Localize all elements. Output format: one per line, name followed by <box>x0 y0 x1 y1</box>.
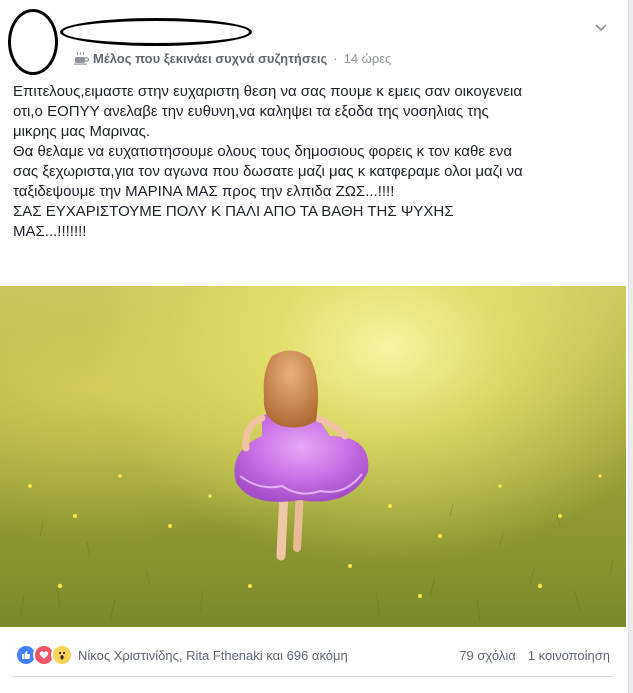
post-text-line: ΜΑΣ...!!!!!!! <box>13 223 87 240</box>
post-text-line: σας ξεχωριστα,για τον αγωνα που δωσατε μ… <box>13 163 523 180</box>
comments-count-link[interactable]: 79 σχόλια <box>459 648 515 663</box>
post-text-line: ΣΑΣ ΕΥΧΑΡΙΣΤΟΥΜΕ ΠΟΛΥ Κ ΠΑΛΙ ΑΠΟ ΤΑ ΒΑΘΗ… <box>13 203 454 220</box>
post-timestamp[interactable]: 14 ώρες <box>344 51 392 66</box>
reactors-names[interactable]: Νίκος Χριστινίδης, Rita Fthenaki και 696… <box>78 648 348 663</box>
post-text-line: μικρης μας Μαρινας. <box>13 123 151 140</box>
author-avatar[interactable] <box>8 9 58 75</box>
reaction-summary[interactable]: Νίκος Χριστινίδης, Rita Fthenaki και 696… <box>15 644 348 666</box>
engagement-counts: 79 σχόλια 1 κοινοποίηση <box>459 648 610 663</box>
author-role-label[interactable]: Μέλος που ξεκινάει συχνά συζητήσεις <box>93 51 327 66</box>
chevron-down-icon[interactable] <box>592 20 610 36</box>
post-text-line: οτι,ο ΕΟΠΥΥ ανελαβε την ευθυνη,να καληψε… <box>13 103 489 120</box>
post-text: Επιτελους,ειμαστε στην ευχαριστη θεση να… <box>13 82 613 242</box>
post-card: Μέλος που ξεκινάει συχνά συζητήσεις · 14… <box>0 0 629 693</box>
post-text-line: ταξιδεψουμε την ΜΑΡΙΝΑ ΜΑΣ προς την ελπι… <box>13 183 395 200</box>
post-photo[interactable] <box>0 286 626 627</box>
coffee-cup-icon <box>74 51 90 65</box>
meta-separator: · <box>333 50 338 66</box>
footer-divider <box>12 676 614 677</box>
post-meta: Μέλος που ξεκινάει συχνά συζητήσεις · 14… <box>74 49 391 67</box>
post-footer: Νίκος Χριστινίδης, Rita Fthenaki και 696… <box>0 627 626 687</box>
shares-count-link[interactable]: 1 κοινοποίηση <box>528 648 610 663</box>
author-name-redacted[interactable] <box>60 18 252 46</box>
post-text-line: Θα θελαμε να ευχατιστησουμε ολους τους δ… <box>13 143 513 160</box>
wow-reaction-icon <box>51 644 73 666</box>
girl-in-meadow-illustration <box>19 350 614 622</box>
post-text-line: Επιτελους,ειμαστε στην ευχαριστη θεση να… <box>13 83 523 100</box>
